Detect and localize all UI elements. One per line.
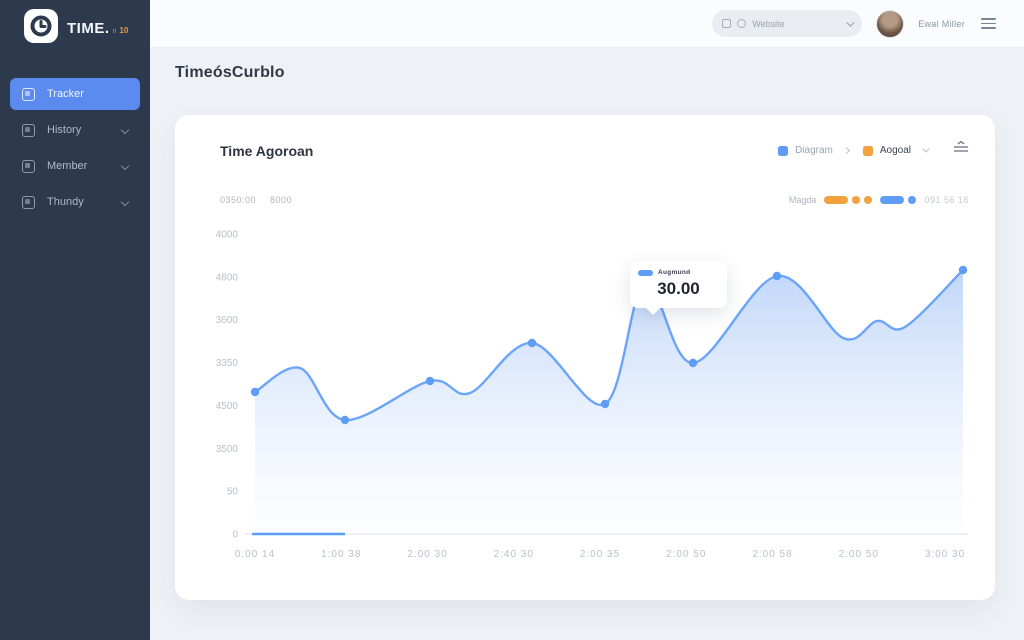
sidebar-nav: Tracker History Member Thundy: [0, 78, 150, 218]
chevron-down-icon: [846, 18, 854, 26]
tracker-icon: [22, 88, 35, 101]
chevron-down-icon: [121, 126, 129, 134]
search-select[interactable]: Website: [712, 10, 862, 37]
x-tick-label: 2:00 50: [666, 549, 706, 560]
tooltip-value: 30.00: [638, 279, 719, 299]
sidebar-item-thundy[interactable]: Thundy: [10, 186, 140, 218]
avatar[interactable]: [876, 10, 904, 38]
app-title: TIME.: [67, 20, 110, 37]
data-point[interactable]: [528, 339, 536, 347]
y-tick-label: 4800: [216, 272, 239, 283]
y-tick-label: 3600: [216, 315, 239, 326]
tooltip-series-pill: [638, 270, 653, 276]
x-tick-label: 2:40 30: [494, 549, 534, 560]
data-point[interactable]: [689, 359, 697, 367]
sidebar-item-tracker[interactable]: Tracker: [10, 78, 140, 110]
chevron-down-icon: [121, 162, 129, 170]
area-chart[interactable]: 4000 4800 3600 3350 4500 3500 50 0 0:00 14 1:00 3…: [175, 115, 995, 600]
y-tick-label: 4000: [216, 230, 239, 241]
x-tick-label: 0:00 14: [235, 549, 275, 560]
chart-tooltip: Augmund 30.00: [630, 261, 727, 308]
top-header: Website Ewal Miller: [150, 0, 1024, 48]
y-tick-label: 3350: [216, 358, 239, 369]
menu-icon[interactable]: [979, 14, 998, 33]
y-tick-label: 0: [232, 530, 238, 541]
data-point[interactable]: [341, 416, 349, 424]
sidebar-item-member[interactable]: Member: [10, 150, 140, 182]
y-tick-label: 4500: [216, 401, 239, 412]
x-tick-label: 2:00 58: [752, 549, 792, 560]
sidebar-item-label: Member: [47, 160, 87, 172]
sidebar-item-label: Tracker: [47, 88, 84, 100]
x-tick-label: 2:00 50: [839, 549, 879, 560]
chevron-down-icon: [121, 198, 129, 206]
chart-card: Time Agoroan Diagram Aogoal: [175, 115, 995, 600]
page-title: TimeósCurblo: [175, 64, 285, 82]
x-tick-label: 3:00 30: [925, 549, 965, 560]
grid-icon: [722, 19, 731, 28]
member-icon: [22, 160, 35, 173]
sidebar: TIME. n 10 Tracker History Member Thundy: [0, 0, 150, 640]
x-tick-label: 1:00 38: [321, 549, 361, 560]
sidebar-item-label: History: [47, 124, 81, 136]
history-icon: [22, 124, 35, 137]
user-name: Ewal Miller: [918, 19, 965, 29]
logo: TIME. n 10: [0, 0, 150, 48]
data-point[interactable]: [601, 400, 609, 408]
logo-badge: 10: [119, 26, 128, 35]
search-placeholder: Website: [752, 19, 784, 29]
y-tick-label: 3500: [216, 444, 239, 455]
logo-suffix: n: [113, 28, 117, 35]
chart-area: 4000 4800 3600 3350 4500 3500 50 0 0:00 14 1:00 3…: [175, 115, 995, 600]
x-tick-label: 2:00 30: [407, 549, 447, 560]
sidebar-item-label: Thundy: [47, 196, 84, 208]
thundy-icon: [22, 196, 35, 209]
data-point[interactable]: [773, 272, 781, 280]
search-icon: [737, 19, 746, 28]
y-tick-label: 50: [227, 487, 239, 498]
data-point[interactable]: [959, 266, 967, 274]
x-tick-label: 2:00 35: [580, 549, 620, 560]
sidebar-item-history[interactable]: History: [10, 114, 140, 146]
data-point[interactable]: [251, 388, 259, 396]
tooltip-label: Augmund: [658, 269, 690, 276]
app-logo-icon: [24, 9, 58, 48]
data-point[interactable]: [426, 377, 434, 385]
